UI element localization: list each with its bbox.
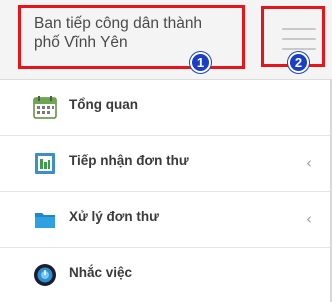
callout-badge-1: 1 (190, 52, 211, 73)
app-title[interactable]: Ban tiếp công dân thành phố Vĩnh Yên (34, 14, 232, 52)
document-inbox-icon (35, 153, 55, 174)
sidebar-item-label: Tiếp nhận đơn thư (69, 153, 189, 168)
chevron-left-icon: ‹ (306, 210, 312, 228)
sidebar-item-nhac-viec[interactable]: Nhắc việc (0, 248, 330, 302)
sidebar-item-tong-quan[interactable]: Tổng quan (0, 80, 330, 136)
sidebar-item-label: Tổng quan (69, 97, 138, 112)
app-frame: Ban tiếp công dân thành phố Vĩnh Yên 1 2 (0, 0, 332, 302)
sidebar-menu: Tổng quan Tiếp nhận đơn thư ‹ Xử lý đơn … (0, 80, 330, 302)
sidebar-item-label: Xử lý đơn thư (69, 209, 159, 224)
chevron-left-icon: ‹ (306, 154, 312, 172)
sidebar-item-tiep-nhan-don-thu[interactable]: Tiếp nhận đơn thư ‹ (0, 136, 330, 192)
callout-badge-2: 2 (288, 52, 309, 73)
alarm-clock-icon (34, 264, 56, 286)
sidebar-item-xu-ly-don-thu[interactable]: Xử lý đơn thư ‹ (0, 192, 330, 248)
folder-icon (35, 213, 55, 228)
app-title-highlight: Ban tiếp công dân thành phố Vĩnh Yên (18, 5, 245, 69)
calendar-icon (33, 96, 57, 119)
app-header: Ban tiếp công dân thành phố Vĩnh Yên 1 2 (0, 0, 332, 80)
sidebar-item-label: Nhắc việc (69, 265, 133, 280)
